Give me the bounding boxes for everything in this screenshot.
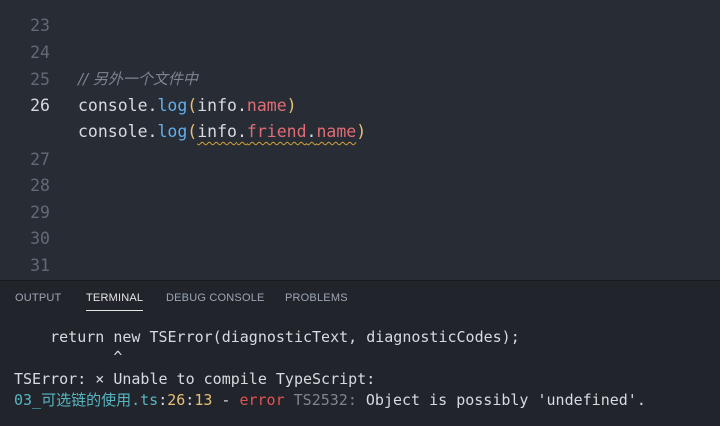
tab-debug-console[interactable]: DEBUG CONSOLE xyxy=(166,292,265,310)
error-label: error xyxy=(239,391,285,409)
tab-problems[interactable]: PROBLEMS xyxy=(285,292,348,310)
error-column-number: 13 xyxy=(194,391,213,409)
editor-line: 29 xyxy=(0,174,720,222)
line-number: 26 xyxy=(30,96,50,115)
code-token: ( xyxy=(187,96,198,115)
error-separator: : xyxy=(158,391,168,409)
code-editor[interactable]: 23 24 // 另外一个文件中 25 console.log(info.nam… xyxy=(0,0,720,280)
code-token: . xyxy=(236,96,247,115)
editor-line: 23 xyxy=(0,0,720,35)
terminal-error-line: 03_可选链的使用.ts:26:13 - error TS2532: Objec… xyxy=(14,390,720,411)
code-token: . xyxy=(147,96,158,115)
code-token: log xyxy=(157,96,188,115)
editor-line: 28 xyxy=(0,147,720,195)
editor-line: 30 xyxy=(0,200,720,248)
terminal-caret: ^ xyxy=(14,348,123,366)
editor-line: 25 console.log(info.name) xyxy=(0,41,720,115)
error-message: Object is possibly 'undefined'. xyxy=(365,391,646,409)
code-token: info xyxy=(197,96,237,115)
code-token: ) xyxy=(286,96,297,115)
code-content: console.log(info.name) xyxy=(78,93,297,119)
editor-line: 24 // 另外一个文件中 xyxy=(0,14,720,88)
error-separator: : xyxy=(185,391,195,409)
tab-terminal[interactable]: TERMINAL xyxy=(86,292,144,311)
error-code: TS2532: xyxy=(284,391,366,409)
code-token: name xyxy=(246,96,287,115)
error-file-link[interactable]: 03_可选链的使用 xyxy=(14,391,131,409)
terminal-line: TSError: × Unable to compile TypeScript: xyxy=(14,370,376,388)
error-dash: - xyxy=(212,391,240,409)
editor-line: 31 xyxy=(0,227,720,275)
bottom-panel: OUTPUT TERMINAL DEBUG CONSOLE PROBLEMS r… xyxy=(0,280,720,426)
code-token: console xyxy=(78,96,148,115)
error-line-number: 26 xyxy=(167,391,186,409)
editor-line: 27 xyxy=(0,121,720,169)
editor-line-active: 26 console.log(info.friend.name) xyxy=(0,67,720,141)
terminal-line: return new TSError(diagnosticText, diagn… xyxy=(14,328,520,346)
panel-tabs: OUTPUT TERMINAL DEBUG CONSOLE PROBLEMS xyxy=(0,281,720,317)
error-file-ext: .ts xyxy=(131,391,159,409)
tab-output[interactable]: OUTPUT xyxy=(15,292,61,310)
editor-line: 32 xyxy=(0,253,720,279)
